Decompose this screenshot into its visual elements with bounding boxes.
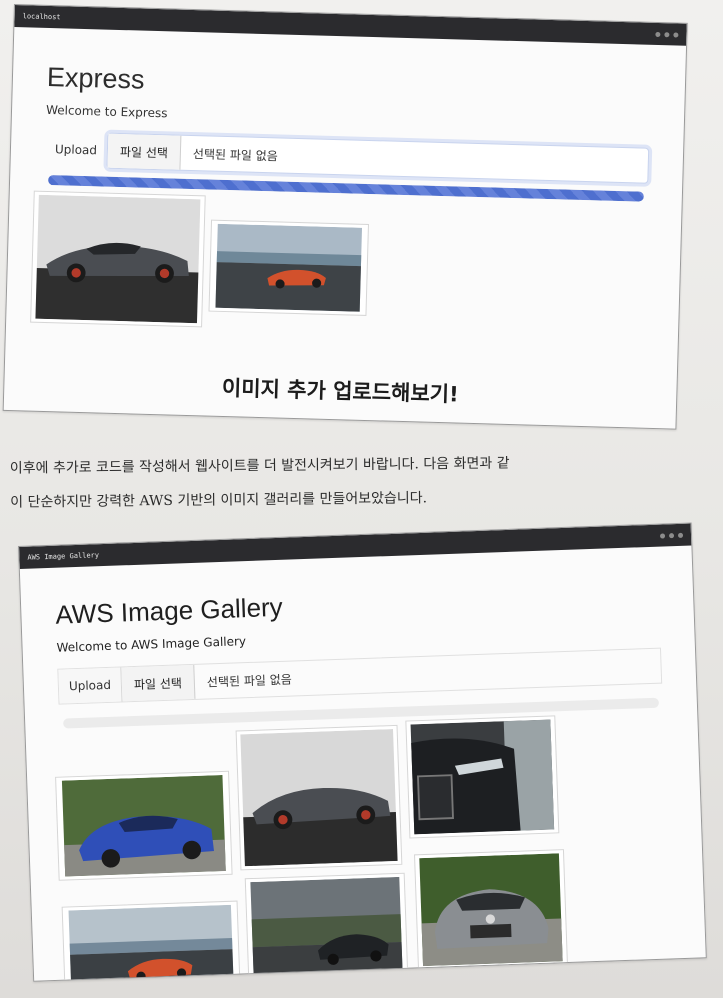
gallery-image[interactable] [208, 219, 369, 316]
choose-file-button[interactable]: 파일 선택 [121, 664, 196, 702]
gallery-image[interactable] [414, 849, 568, 971]
file-status: 선택된 파일 없음 [206, 672, 293, 689]
gallery-image[interactable] [55, 770, 233, 881]
window-controls [659, 532, 684, 539]
page-title: Express [46, 61, 145, 95]
upload-button[interactable]: Upload [58, 667, 123, 704]
gallery-image[interactable] [30, 190, 206, 328]
maximize-icon[interactable] [668, 532, 675, 538]
orange-sports-car-image [68, 904, 235, 982]
close-icon[interactable] [673, 31, 679, 38]
file-status: 선택된 파일 없음 [192, 146, 279, 163]
gallery-image[interactable] [244, 872, 409, 982]
close-icon[interactable] [677, 532, 684, 538]
gallery-image[interactable] [235, 724, 403, 871]
image-gallery [55, 715, 674, 982]
app-content: Express Welcome to Express Upload 파일 선택 … [6, 27, 686, 349]
aws-gallery-screenshot: AWS Image Gallery AWS Image Gallery Welc… [18, 522, 707, 982]
body-line-2: 이 단순하지만 강력한 AWS 기반의 이미지 갤러리를 만들어보았습니다. [10, 490, 428, 511]
gray-sports-car-image [35, 194, 201, 324]
window-controls [655, 31, 679, 38]
audi-front-image [410, 719, 555, 835]
body-paragraph: 이후에 추가로 코드를 작성해서 웹사이트를 더 발전시켜보기 바랍니다. 다음… [10, 444, 711, 519]
file-input[interactable]: 파일 선택 선택된 파일 없음 [106, 132, 650, 184]
welcome-text: Welcome to Express [45, 102, 168, 121]
upload-form: Upload 파일 선택 선택된 파일 없음 [44, 131, 650, 184]
browser-tab[interactable]: AWS Image Gallery [27, 551, 99, 561]
orange-sports-car-image [215, 223, 363, 312]
gallery-image[interactable] [61, 900, 242, 982]
minimize-icon[interactable] [655, 31, 661, 37]
dark-sedan-image [250, 876, 404, 982]
upload-button[interactable]: Upload [44, 131, 107, 169]
app-content: AWS Image Gallery Welcome to AWS Image G… [20, 545, 707, 982]
caption: 이미지 추가 업로드해보기! [221, 375, 459, 407]
file-input[interactable]: 파일 선택 선택된 파일 없음 [121, 649, 661, 702]
blue-car-image [61, 775, 226, 877]
book-page: localhost Express Welcome to Express Upl… [0, 0, 723, 998]
image-gallery [30, 190, 648, 348]
minimize-icon[interactable] [659, 532, 666, 539]
upload-form: Upload 파일 선택 선택된 파일 없음 [57, 647, 663, 705]
express-screenshot: localhost Express Welcome to Express Upl… [2, 4, 688, 430]
maximize-icon[interactable] [664, 31, 670, 37]
mercedes-amg-image [419, 853, 563, 967]
gray-sports-car-image [240, 729, 398, 867]
gallery-image[interactable] [405, 715, 560, 839]
browser-tab[interactable]: localhost [23, 12, 61, 21]
choose-file-button[interactable]: 파일 선택 [107, 133, 182, 170]
